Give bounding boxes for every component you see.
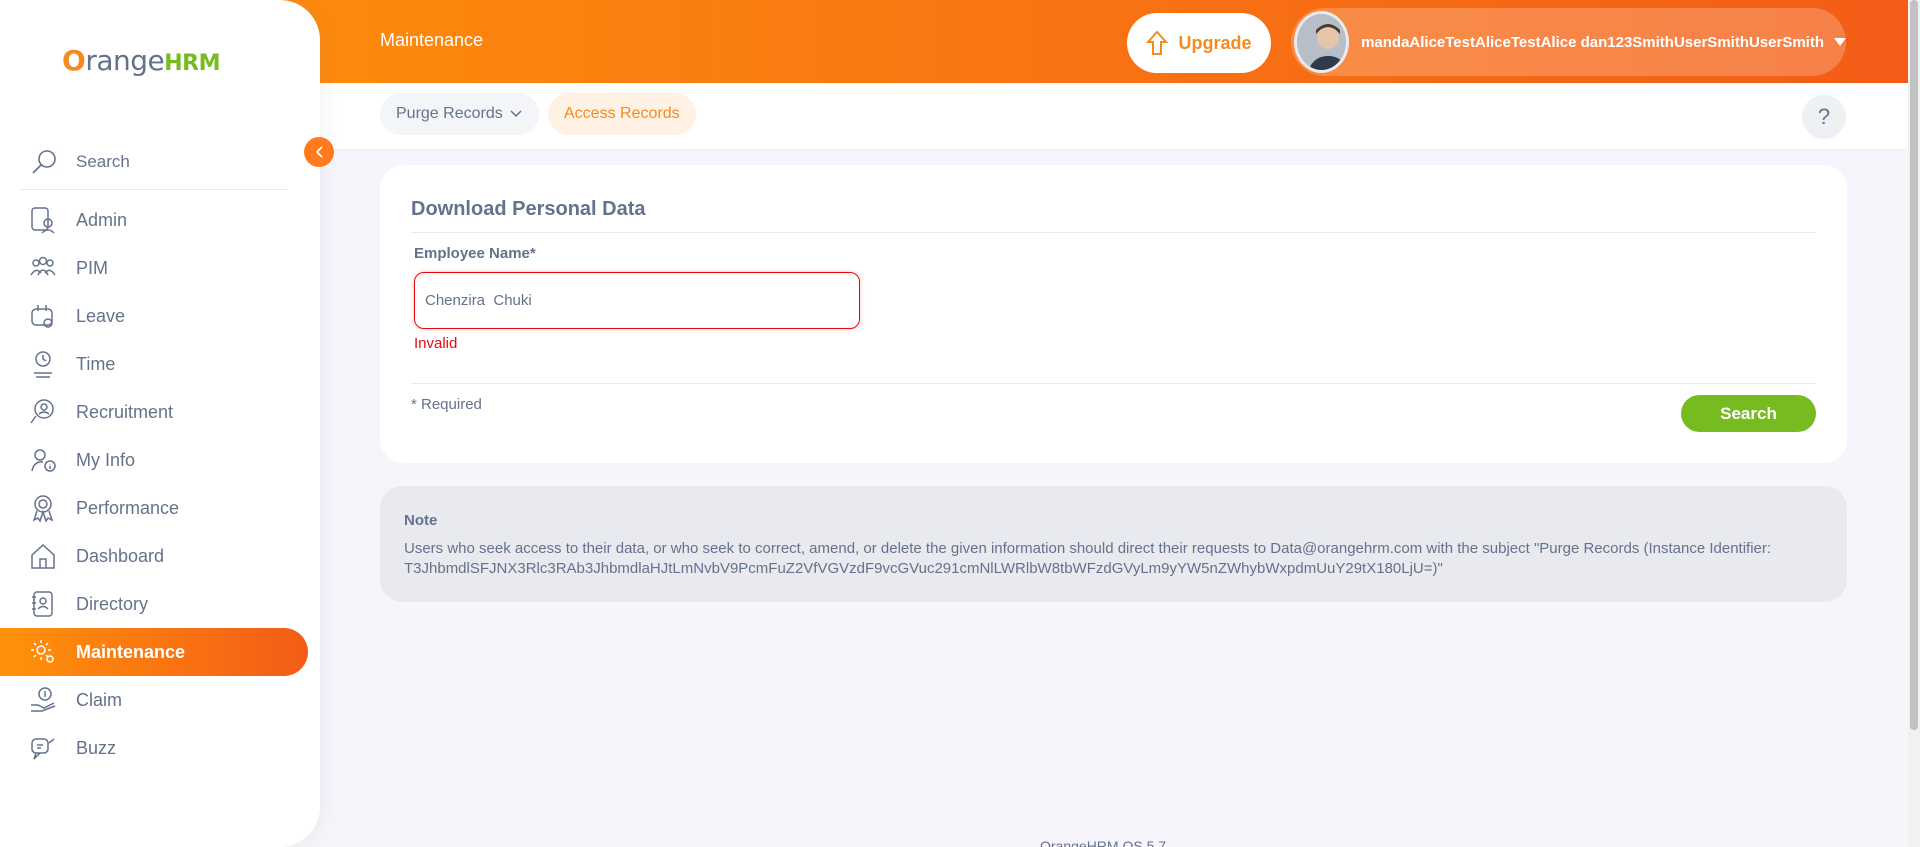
user-name: mandaAliceTestAliceTestAlice dan123Smith… xyxy=(1361,33,1824,51)
search-button[interactable]: Search xyxy=(1681,395,1816,432)
sidebar-item-label: Recruitment xyxy=(76,401,174,422)
pim-icon xyxy=(28,253,58,283)
card-title: Download Personal Data xyxy=(411,198,646,220)
upgrade-button[interactable]: Upgrade xyxy=(1127,13,1271,73)
buzz-icon xyxy=(28,733,58,763)
sidebar-item-label: Maintenance xyxy=(76,641,186,662)
sidebar-item-label: Buzz xyxy=(76,737,117,758)
sidebar-item-label: Performance xyxy=(76,497,180,518)
sidebar-item-leave[interactable]: Leave xyxy=(0,292,320,340)
upgrade-arrow-icon xyxy=(1146,30,1169,55)
leave-icon xyxy=(28,301,58,331)
module-title: Maintenance xyxy=(380,30,484,50)
tab-access-records[interactable]: Access Records xyxy=(548,93,696,135)
sidebar-item-performance[interactable]: Performance xyxy=(0,484,320,532)
sidebar-toggle-button[interactable] xyxy=(304,137,334,167)
scrollbar-thumb[interactable] xyxy=(1910,0,1918,730)
sidebar-item-time[interactable]: Time xyxy=(0,340,320,388)
brand-prefix: O xyxy=(62,43,86,77)
sidebar-item-label: Admin xyxy=(76,209,128,230)
sidebar-search[interactable]: Search xyxy=(20,134,288,190)
performance-icon xyxy=(28,493,58,523)
chevron-left-icon xyxy=(315,146,323,158)
upgrade-label: Upgrade xyxy=(1178,32,1252,53)
recruitment-icon xyxy=(28,397,58,427)
sidebar-item-claim[interactable]: Claim xyxy=(0,676,320,724)
required-note: * Required xyxy=(411,396,482,413)
brand-logo[interactable]: OrangeHRM xyxy=(62,38,220,82)
directory-icon xyxy=(28,589,58,619)
tab-access-records-label: Access Records xyxy=(564,105,680,122)
note-title: Note xyxy=(404,512,438,529)
sidebar-item-label: Directory xyxy=(76,593,149,614)
sidebar-item-dashboard[interactable]: Dashboard xyxy=(0,532,320,580)
brand-name: range xyxy=(85,43,165,77)
divider xyxy=(411,232,1816,233)
sidebar-item-label: Leave xyxy=(76,305,126,326)
sidebar-search-label: Search xyxy=(76,151,130,171)
chevron-down-icon xyxy=(510,110,522,118)
sidebar-item-buzz[interactable]: Buzz xyxy=(0,724,320,772)
scrollbar[interactable] xyxy=(1908,0,1920,847)
sidebar-item-label: My Info xyxy=(76,449,136,470)
tab-purge-records[interactable]: Purge Records xyxy=(380,93,539,135)
sidebar-item-maintenance[interactable]: Maintenance xyxy=(0,628,308,676)
chevron-down-icon xyxy=(1834,38,1846,46)
sidebar-item-label: Time xyxy=(76,353,116,374)
sidebar-item-label: Dashboard xyxy=(76,545,165,566)
employee-name-input[interactable] xyxy=(414,272,860,329)
help-icon: ? xyxy=(1817,104,1831,129)
footer-version: OrangeHRM OS 5.7 xyxy=(1040,838,1167,847)
search-icon xyxy=(28,146,60,178)
avatar xyxy=(1294,11,1350,73)
validation-error: Invalid xyxy=(414,335,458,352)
sidebar-item-label: Claim xyxy=(76,689,123,710)
help-button[interactable]: ? xyxy=(1802,95,1846,139)
note-panel: Note Users who seek access to their data… xyxy=(380,486,1847,602)
maintenance-icon xyxy=(28,637,58,667)
user-dropdown[interactable]: mandaAliceTestAliceTestAlice dan123Smith… xyxy=(1291,8,1846,76)
sidebar-item-recruitment[interactable]: Recruitment xyxy=(0,388,320,436)
brand-suffix: HRM xyxy=(164,50,220,76)
claim-icon xyxy=(28,685,58,715)
sidebar-item-admin[interactable]: Admin xyxy=(0,196,320,244)
sidebar-item-directory[interactable]: Directory xyxy=(0,580,320,628)
sub-navigation: Purge Records Access Records ? xyxy=(320,83,1908,149)
time-icon xyxy=(28,349,58,379)
note-text: Users who seek access to their data, or … xyxy=(404,540,1772,577)
employee-name-label: Employee Name* xyxy=(414,245,536,262)
sidebar-item-pim[interactable]: PIM xyxy=(0,244,320,292)
divider xyxy=(411,383,1816,384)
dashboard-icon xyxy=(28,541,58,571)
tab-purge-records-label: Purge Records xyxy=(396,105,503,122)
sidebar: OrangeHRM Search Admin PIM Leave Time Recrui… xyxy=(0,0,320,847)
my-info-icon xyxy=(28,445,58,475)
download-personal-data-card: Download Personal Data Employee Name* In… xyxy=(380,165,1847,463)
admin-icon xyxy=(28,205,58,235)
sidebar-item-label: PIM xyxy=(76,257,109,278)
sidebar-menu: Admin PIM Leave Time Recruitment My Info Perfo… xyxy=(0,196,320,772)
sidebar-item-my-info[interactable]: My Info xyxy=(0,436,320,484)
